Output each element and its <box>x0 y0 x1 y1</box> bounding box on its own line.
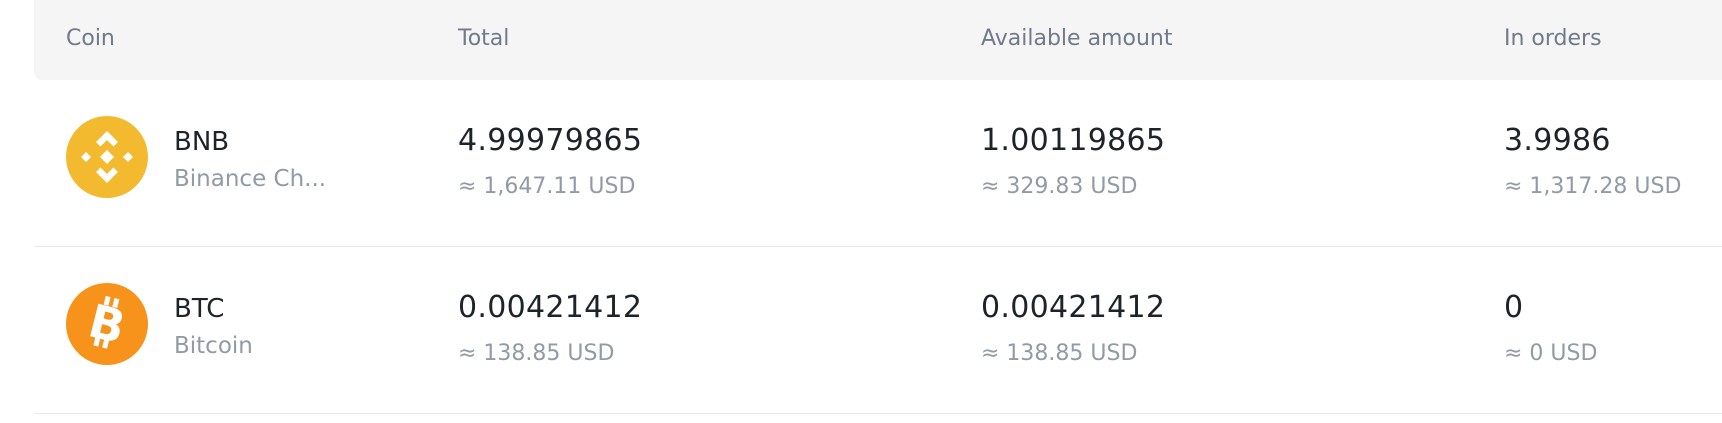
available-usd: ≈ 329.83 USD <box>981 174 1138 199</box>
table-header: Coin Total Available amount In orders <box>34 0 1722 80</box>
in-orders-usd: ≈ 1,317.28 USD <box>1504 174 1682 199</box>
header-available-amount: Available amount <box>981 26 1173 51</box>
available-usd: ≈ 138.85 USD <box>981 341 1138 366</box>
total-amount: 4.99979865 <box>458 123 643 158</box>
total-amount: 0.00421412 <box>458 290 643 325</box>
bnb-icon <box>66 116 148 198</box>
available-amount: 0.00421412 <box>981 290 1166 325</box>
header-in-orders: In orders <box>1504 26 1602 51</box>
coin-symbol: BNB <box>174 127 230 157</box>
btc-icon: B <box>66 283 148 365</box>
table-row-bnb[interactable]: BNB Binance Ch... 4.99979865 ≈ 1,647.11 … <box>34 80 1722 247</box>
coin-name: Bitcoin <box>174 333 253 359</box>
header-total: Total <box>458 26 510 51</box>
coin-symbol: BTC <box>174 294 225 324</box>
table-row-btc[interactable]: B BTC Bitcoin 0.00421412 ≈ 138.85 USD 0.… <box>34 247 1722 414</box>
in-orders-amount: 3.9986 <box>1504 123 1611 158</box>
in-orders-amount: 0 <box>1504 290 1524 325</box>
available-amount: 1.00119865 <box>981 123 1166 158</box>
total-usd: ≈ 138.85 USD <box>458 341 615 366</box>
in-orders-usd: ≈ 0 USD <box>1504 341 1598 366</box>
total-usd: ≈ 1,647.11 USD <box>458 174 636 199</box>
coin-name: Binance Ch... <box>174 166 327 192</box>
header-coin: Coin <box>66 26 115 51</box>
